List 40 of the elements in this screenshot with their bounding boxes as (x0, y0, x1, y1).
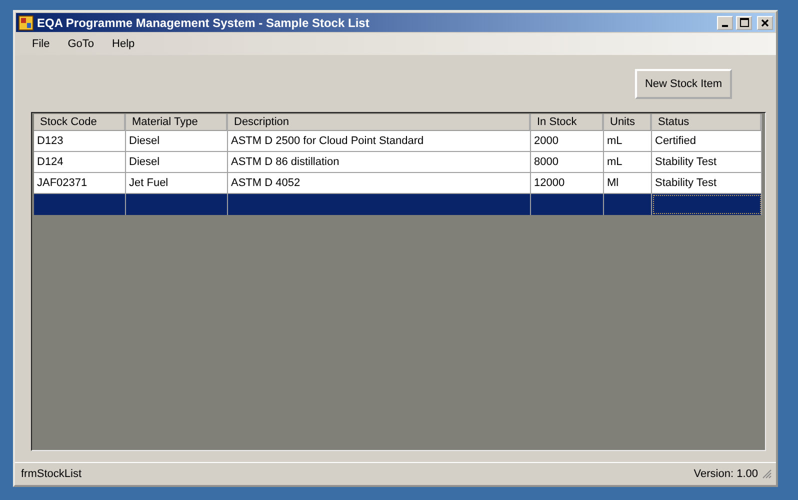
table-cell: D124 (34, 152, 126, 173)
column-header[interactable]: Material Type (126, 114, 228, 131)
column-header[interactable]: Stock Code (34, 114, 126, 131)
table-cell: 8000 (531, 152, 604, 173)
table-cell: ASTM D 2500 for Cloud Point Standard (228, 131, 531, 152)
table-cell: mL (604, 152, 652, 173)
close-icon (761, 18, 769, 26)
close-button[interactable] (757, 16, 773, 30)
table-cell: Ml (604, 173, 652, 194)
table-cell: ASTM D 86 distillation (228, 152, 531, 173)
column-header[interactable]: In Stock (531, 114, 604, 131)
table-cell: Diesel (126, 152, 228, 173)
table-cell: Jet Fuel (126, 173, 228, 194)
menu-item[interactable]: File (23, 36, 59, 52)
resize-grip-icon[interactable] (762, 469, 772, 479)
minimize-icon (722, 24, 728, 26)
table-cell: D123 (34, 131, 126, 152)
minimize-button[interactable] (717, 16, 733, 30)
form-name: frmStockList (21, 468, 82, 480)
new-row[interactable] (34, 194, 765, 215)
table-cell: Diesel (126, 131, 228, 152)
maximize-icon (740, 18, 748, 27)
column-header[interactable]: Status (652, 114, 762, 131)
table-cell: 2000 (531, 131, 604, 152)
maximize-button[interactable] (736, 16, 752, 30)
menu-item[interactable]: Help (103, 36, 144, 52)
menu-item[interactable]: GoTo (58, 36, 104, 52)
window-title: EQA Programme Management System - Sample Stock List (37, 16, 370, 30)
table-cell: mL (604, 131, 652, 152)
table-cell: ASTM D 4052 (228, 173, 531, 194)
version-label: Version: 1.00 (694, 468, 758, 480)
table-cell: 12000 (531, 173, 604, 194)
table-cell: Stability Test (652, 152, 762, 173)
table-cell: Certified (652, 131, 762, 152)
column-header[interactable]: Description (228, 114, 531, 131)
table-cell: Stability Test (652, 173, 762, 194)
column-header[interactable]: Units (604, 114, 652, 131)
table-cell: JAF02371 (34, 173, 126, 194)
app-icon (18, 14, 34, 30)
new-stock-item-button[interactable]: New Stock Item (635, 69, 732, 99)
